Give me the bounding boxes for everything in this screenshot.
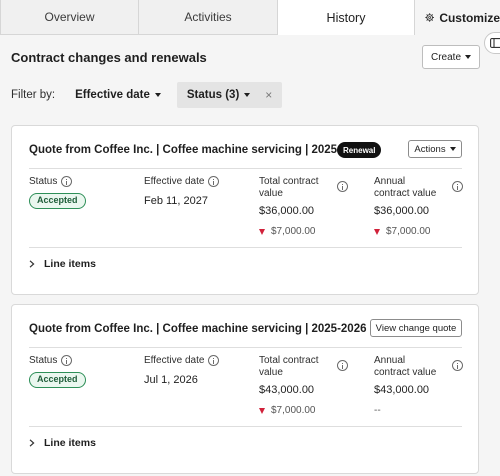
view-change-quote-label: View change quote <box>375 322 457 334</box>
total-value-change-amount: $7,000.00 <box>271 226 316 237</box>
info-icon[interactable] <box>337 181 348 192</box>
chevron-right-icon <box>29 439 35 447</box>
info-icon[interactable] <box>208 355 220 366</box>
down-triangle-icon <box>374 228 380 235</box>
total-contract-value-label: Total contract value <box>259 355 319 378</box>
customize-button[interactable]: Customize <box>415 0 500 35</box>
divider <box>29 426 462 427</box>
create-button[interactable]: Create <box>422 45 480 69</box>
gear-icon <box>425 13 434 22</box>
contract-card: Quote from Coffee Inc. | Coffee machine … <box>11 125 479 295</box>
annual-value-change: $7,000.00 <box>374 226 466 237</box>
total-contract-value-label: Total contract value <box>259 176 319 199</box>
info-icon[interactable] <box>337 360 348 371</box>
info-icon[interactable] <box>61 176 73 187</box>
chevron-right-icon <box>29 260 35 268</box>
page-title: Contract changes and renewals <box>11 50 207 65</box>
line-items-label: Line items <box>44 258 96 270</box>
create-label: Create <box>430 51 461 63</box>
annual-value-change-amount: $7,000.00 <box>386 226 431 237</box>
customize-label: Customize <box>439 10 500 25</box>
info-icon[interactable] <box>452 181 463 192</box>
tab-history[interactable]: History <box>278 0 415 35</box>
caret-down-icon <box>449 147 456 151</box>
status-filter[interactable]: Status (3) × <box>176 82 283 108</box>
down-triangle-icon <box>259 407 265 414</box>
annual-contract-value-field: Annual contract value $36,000.00 $7,000.… <box>374 176 466 237</box>
tab-activities[interactable]: Activities <box>139 0 278 35</box>
effective-date-filter[interactable]: Effective date <box>75 89 161 101</box>
contract-card: Quote from Coffee Inc. | Coffee machine … <box>11 304 479 474</box>
annual-contract-value-label: Annual contract value <box>374 176 437 199</box>
caret-down-icon <box>154 93 161 97</box>
effective-date-value: Feb 11, 2027 <box>144 195 209 207</box>
line-items-label: Line items <box>44 437 96 449</box>
info-icon[interactable] <box>61 355 73 366</box>
total-contract-value: $36,000.00 <box>259 205 315 217</box>
annual-contract-value: $36,000.00 <box>374 205 430 217</box>
card-title: Quote from Coffee Inc. | Coffee machine … <box>29 323 367 335</box>
status-label: Status <box>29 176 58 187</box>
caret-down-icon <box>465 55 471 59</box>
total-value-change: $7,000.00 <box>259 226 351 237</box>
status-filter-label: Status (3) <box>186 89 240 101</box>
effective-date-label: Effective date <box>144 355 205 366</box>
annual-contract-value-field: Annual contract value $43,000.00 -- <box>374 355 466 416</box>
card-title: Quote from Coffee Inc. | Coffee machine … <box>29 144 367 156</box>
total-contract-value-field: Total contract value $43,000.00 $7,000.0… <box>259 355 351 416</box>
divider <box>29 247 462 248</box>
annual-contract-value-label: Annual contract value <box>374 355 437 378</box>
annual-contract-value: $43,000.00 <box>374 384 430 396</box>
view-change-quote-button[interactable]: View change quote <box>370 319 462 337</box>
caret-down-icon <box>244 93 251 97</box>
effective-date-value: Jul 1, 2026 <box>144 374 198 386</box>
filter-bar: Filter by: Effective date Status (3) × <box>11 82 283 108</box>
status-badge: Accepted <box>29 193 86 209</box>
total-value-change: $7,000.00 <box>259 405 351 416</box>
divider <box>29 168 462 169</box>
actions-label: Actions <box>414 143 446 155</box>
effective-date-label: Effective date <box>144 176 205 187</box>
renewal-badge: Renewal <box>337 142 382 158</box>
side-panel-toggle[interactable] <box>484 32 500 54</box>
status-label: Status <box>29 355 58 366</box>
total-contract-value: $43,000.00 <box>259 384 315 396</box>
effective-date-field: Effective date Jul 1, 2026 <box>144 355 220 386</box>
line-items-toggle[interactable]: Line items <box>29 258 96 270</box>
effective-date-filter-label: Effective date <box>75 89 150 101</box>
line-items-toggle[interactable]: Line items <box>29 437 96 449</box>
record-tabs: Overview Activities History Customize <box>0 0 500 35</box>
effective-date-field: Effective date Feb 11, 2027 <box>144 176 220 207</box>
info-icon[interactable] <box>208 176 220 187</box>
total-contract-value-field: Total contract value $36,000.00 $7,000.0… <box>259 176 351 237</box>
info-icon[interactable] <box>452 360 463 371</box>
total-value-change-amount: $7,000.00 <box>271 405 316 416</box>
down-triangle-icon <box>259 228 265 235</box>
status-field: Status Accepted <box>29 355 86 388</box>
tab-overview[interactable]: Overview <box>0 0 139 35</box>
status-field: Status Accepted <box>29 176 86 209</box>
clear-filter-icon[interactable]: × <box>265 88 272 102</box>
filter-label: Filter by: <box>11 89 56 101</box>
status-badge: Accepted <box>29 372 86 388</box>
panel-icon <box>490 38 500 48</box>
divider <box>29 347 462 348</box>
annual-value-change-empty: -- <box>374 405 381 416</box>
actions-button[interactable]: Actions <box>408 140 462 158</box>
